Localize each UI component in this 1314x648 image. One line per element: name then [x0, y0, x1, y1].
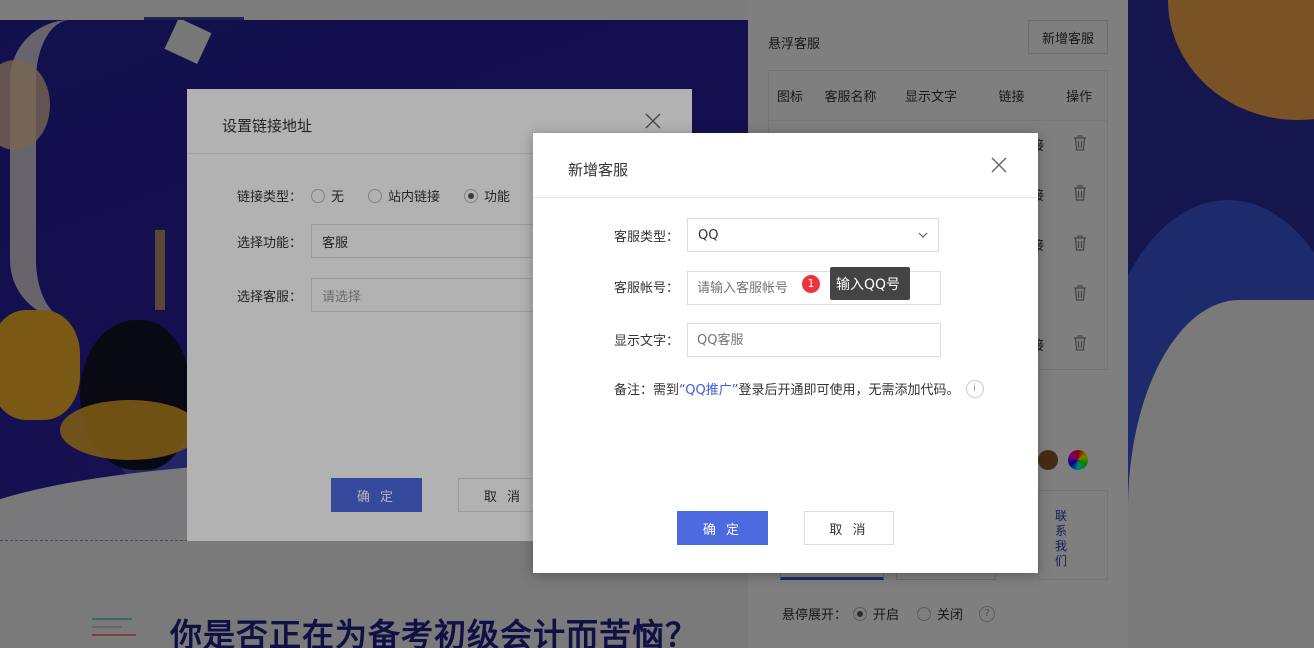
note-prefix: 备注：需到 [614, 383, 680, 398]
display-text-label: 显示文字： [614, 334, 680, 349]
cancel-button[interactable]: 取 消 [804, 511, 894, 545]
close-icon[interactable] [991, 157, 1007, 173]
note-text: 备注：需到 “QQ推广” 登录后开通即可使用，无需添加代码。 i [614, 379, 984, 398]
info-icon[interactable]: i [965, 379, 984, 398]
chevron-down-icon [918, 232, 928, 238]
service-type-select[interactable]: QQ [687, 218, 939, 252]
note-suffix: 登录后开通即可使用，无需添加代码。 [738, 383, 960, 398]
service-type-value: QQ [698, 227, 719, 243]
dialog-divider [533, 197, 1038, 198]
dialog-title: 新增客服 [568, 161, 629, 179]
add-service-dialog: 新增客服 客服类型： QQ 客服帐号： 显示文字： 备注：需到 “QQ推广” 登… [533, 133, 1038, 573]
step-badge: 1 [802, 274, 820, 293]
service-account-label: 客服帐号： [614, 281, 680, 296]
hint-tooltip: 输入QQ号 [830, 267, 911, 300]
confirm-button[interactable]: 确 定 [677, 511, 768, 545]
hint-annotation: 1 输入QQ号 [802, 267, 911, 300]
display-text-input[interactable] [687, 323, 941, 357]
service-type-label: 客服类型： [614, 230, 680, 245]
qq-promotion-link[interactable]: “QQ推广” [679, 379, 738, 398]
